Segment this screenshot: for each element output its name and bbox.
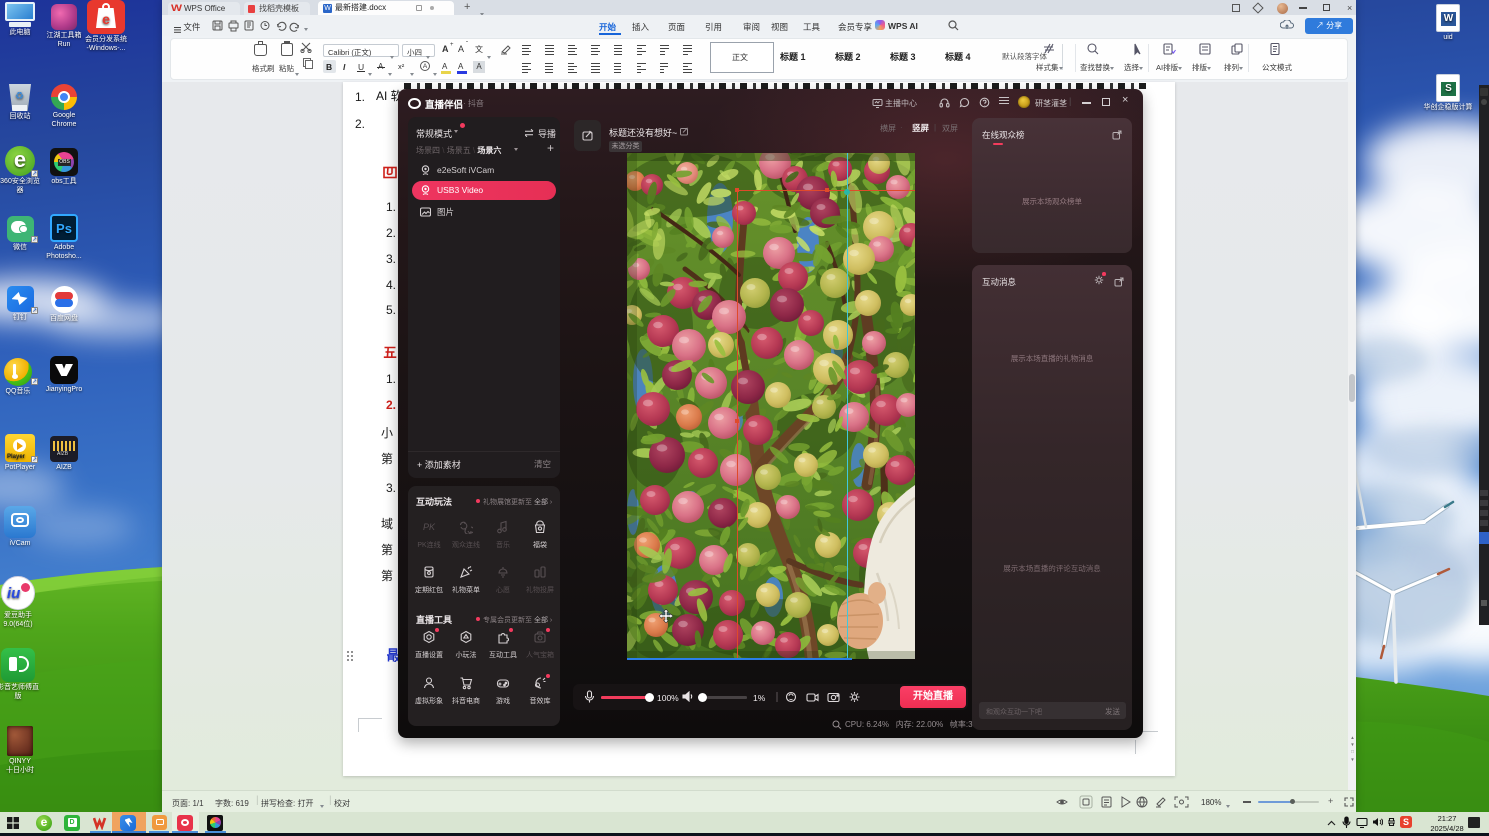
svg-text:PK: PK [423,522,436,532]
